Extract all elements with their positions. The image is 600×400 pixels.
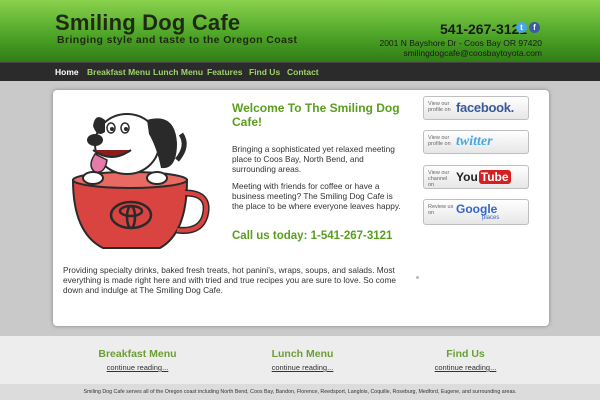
facebook-profile-button[interactable]: View our profile on facebook.: [423, 96, 529, 120]
specialty-paragraph: Providing specialty drinks, baked fresh …: [63, 265, 396, 295]
nav-item-lunch-menu[interactable]: Lunch Menu: [153, 67, 203, 77]
facebook-logo: facebook.: [456, 100, 514, 115]
site-title[interactable]: Smiling Dog Cafe: [55, 10, 240, 36]
col-title-lunch: Lunch Menu: [271, 348, 334, 360]
nav-item-breakfast-menu[interactable]: Breakfast Menu: [87, 67, 150, 77]
youtube-tube: Tube: [478, 170, 511, 184]
welcome-heading: Welcome To The Smiling Dog Cafe!: [232, 101, 400, 129]
google-places-button[interactable]: Review us on Google places: [423, 199, 529, 225]
twitter-profile-button[interactable]: View our profile on twitter: [423, 130, 529, 154]
nav-item-contact[interactable]: Contact: [287, 67, 319, 77]
header-address: 2001 N Bayshore Dr - Coos Bay OR 97420: [379, 38, 542, 48]
meeting-paragraph: Meeting with friends for coffee or have …: [232, 181, 401, 211]
youtube-you: You: [456, 170, 478, 184]
main-nav: Home Breakfast Menu Lunch Menu Features …: [0, 62, 600, 81]
badge-caption: Review us on: [428, 204, 454, 216]
badge-caption: View our profile on: [428, 101, 451, 113]
col-title-find-us: Find Us: [446, 348, 485, 360]
smiling-dog-logo: [71, 113, 210, 249]
nav-item-features[interactable]: Features: [207, 67, 242, 77]
badge-caption: View our channel on: [428, 170, 450, 188]
call-us-text[interactable]: Call us today: 1-541-267-3121: [232, 230, 392, 242]
badge-caption: View our profile on: [428, 135, 451, 147]
nav-item-find-us[interactable]: Find Us: [249, 67, 280, 77]
twitter-icon[interactable]: t: [516, 22, 527, 33]
site-tagline: Bringing style and taste to the Oregon C…: [57, 34, 298, 46]
google-logo: Google: [456, 202, 498, 216]
continue-reading-breakfast[interactable]: continue reading...: [80, 363, 195, 372]
facebook-icon[interactable]: f: [529, 22, 540, 33]
header-email[interactable]: smilingdogcafe@coosbaytoyota.com: [403, 48, 542, 58]
copyright-text: Smiling Dog Cafe serves all of the Orego…: [0, 384, 600, 400]
nav-item-home[interactable]: Home: [55, 67, 79, 77]
slider-dot[interactable]: [416, 276, 419, 279]
youtube-logo: You Tube: [456, 170, 511, 184]
youtube-channel-button[interactable]: View our channel on You Tube: [423, 165, 529, 189]
header-phone: 541-267-3121: [440, 21, 528, 37]
continue-reading-lunch[interactable]: continue reading...: [245, 363, 360, 372]
intro-paragraph: Bringing a sophisticated yet relaxed mee…: [232, 144, 395, 174]
main-content-card: Welcome To The Smiling Dog Cafe! Bringin…: [53, 90, 549, 326]
twitter-logo: twitter: [456, 134, 493, 149]
google-places-sub: places: [482, 215, 500, 221]
col-title-breakfast: Breakfast Menu: [98, 348, 177, 360]
continue-reading-find-us[interactable]: continue reading...: [408, 363, 523, 372]
site-header: Smiling Dog Cafe Bringing style and tast…: [0, 0, 600, 62]
footer-columns: Breakfast Menu continue reading... Lunch…: [0, 336, 600, 384]
